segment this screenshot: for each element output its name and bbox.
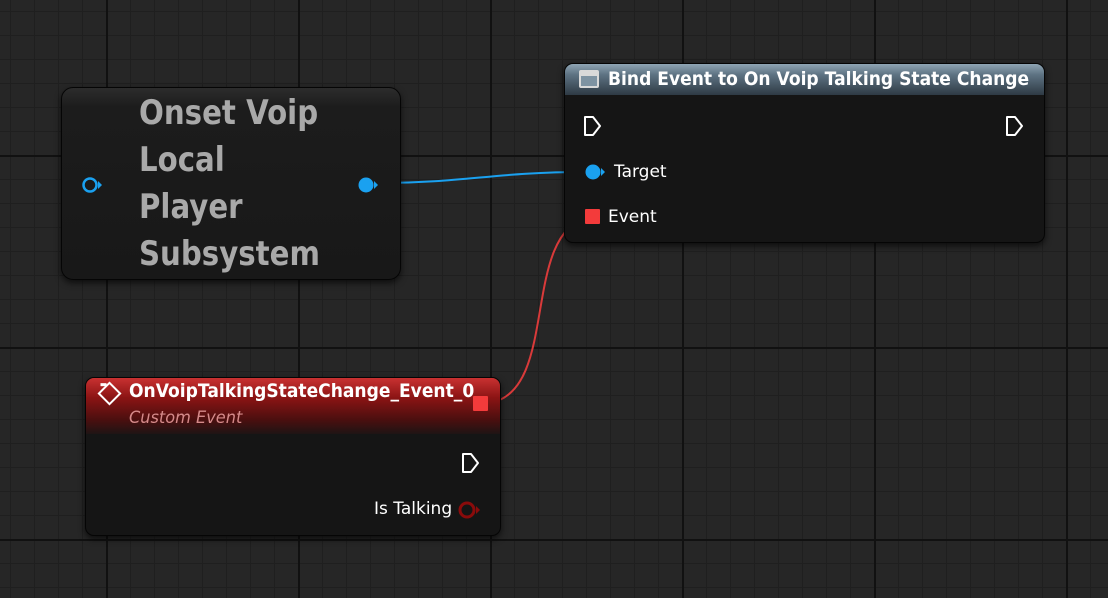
event-pin-label: Event xyxy=(608,207,657,227)
delegate-pin-icon[interactable] xyxy=(472,395,490,413)
node-header[interactable]: Bind Event to On Voip Talking State Chan… xyxy=(565,64,1044,95)
node-header[interactable]: OnVoipTalkingStateChange_Event_0 Custom … xyxy=(86,378,500,434)
object-pin-icon[interactable] xyxy=(80,176,104,194)
boolean-pin-icon[interactable] xyxy=(457,500,483,520)
event-icon xyxy=(97,381,122,406)
target-pin-label: Target xyxy=(614,162,667,182)
bind-event-node[interactable]: Bind Event to On Voip Talking State Chan… xyxy=(564,63,1045,243)
exec-pin-icon[interactable] xyxy=(461,452,481,474)
node-title: Bind Event to On Voip Talking State Chan… xyxy=(608,68,1030,90)
exec-pin-icon[interactable] xyxy=(583,115,603,137)
local-player-subsystem-node[interactable]: Onset Voip Local Player Subsystem xyxy=(61,87,401,280)
custom-event-node[interactable]: OnVoipTalkingStateChange_Event_0 Custom … xyxy=(85,377,501,536)
node-title: Onset Voip Local Player Subsystem xyxy=(139,93,320,274)
blueprint-graph-canvas[interactable]: Onset Voip Local Player Subsystem Bind E… xyxy=(0,0,1108,598)
delegate-wire[interactable] xyxy=(489,216,589,404)
object-wire[interactable] xyxy=(374,171,588,184)
function-icon xyxy=(579,70,599,88)
node-title: OnVoipTalkingStateChange_Event_0 xyxy=(129,380,475,402)
object-pin-icon[interactable] xyxy=(356,176,380,194)
node-subtitle: Custom Event xyxy=(129,408,243,428)
delegate-pin-icon[interactable] xyxy=(584,208,602,226)
exec-pin-icon[interactable] xyxy=(1005,115,1025,137)
object-pin-icon[interactable] xyxy=(584,163,608,181)
is-talking-pin-label: Is Talking xyxy=(374,499,453,519)
